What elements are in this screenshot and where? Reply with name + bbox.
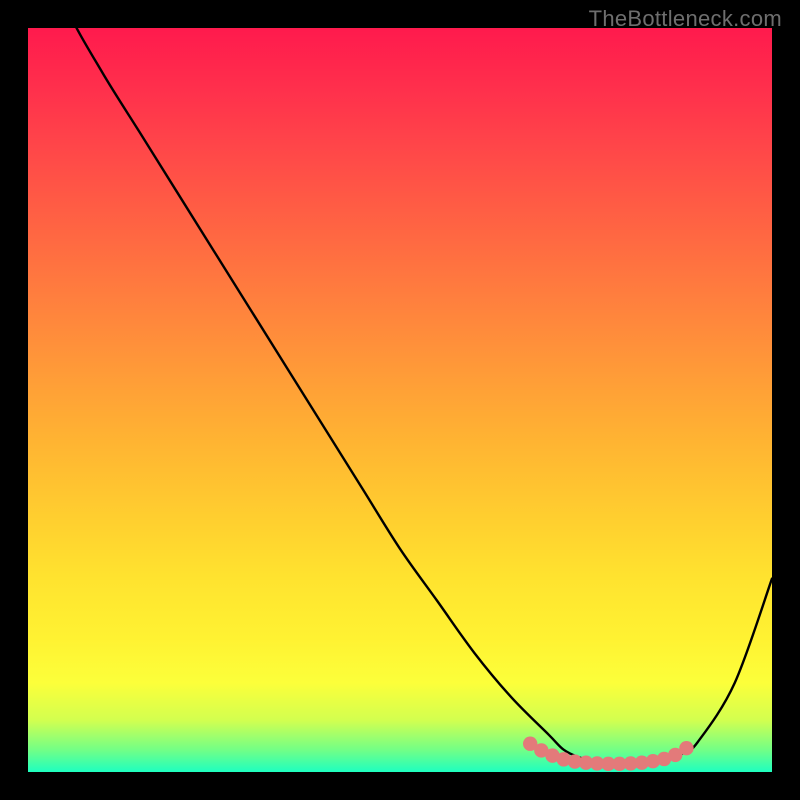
curve-layer xyxy=(28,28,772,772)
plot-area xyxy=(28,28,772,772)
bottleneck-curve xyxy=(28,28,772,764)
curve-marker xyxy=(679,741,693,755)
bottom-marker-cluster xyxy=(523,737,694,771)
chart-stage: TheBottleneck.com xyxy=(0,0,800,800)
